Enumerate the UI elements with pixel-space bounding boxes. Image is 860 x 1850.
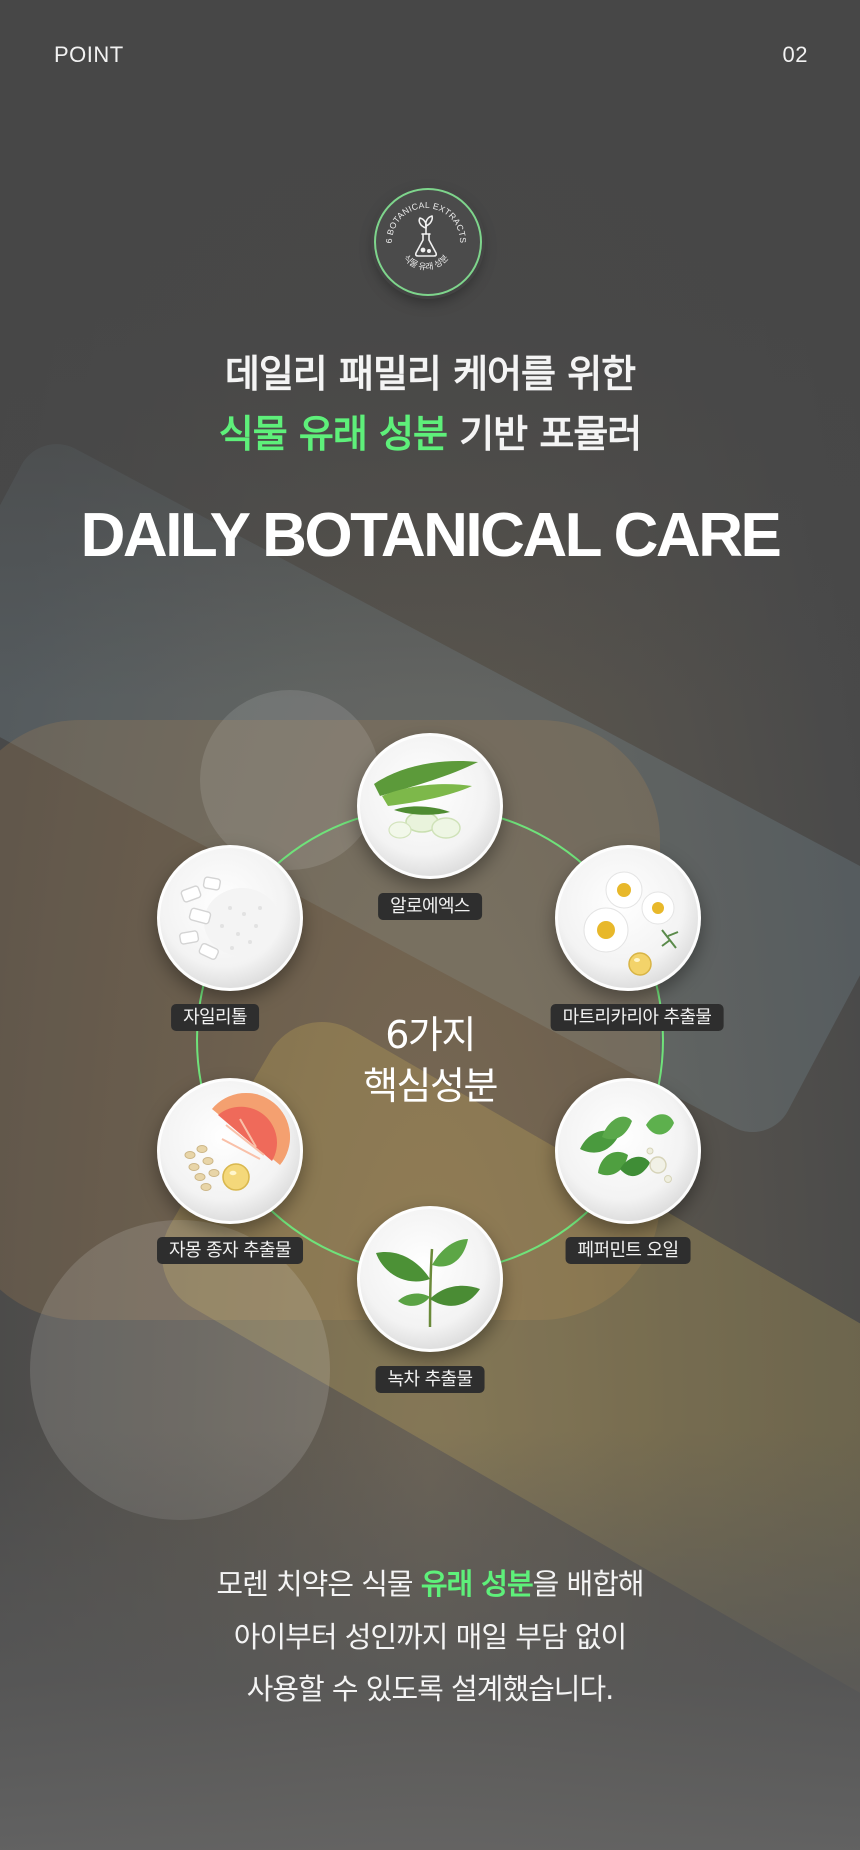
botanical-badge: 6 BOTANICAL EXTRACTS 식물 유래 성분 xyxy=(374,188,482,296)
ingredient-label-chamomile: 마트리카리아 추출물 xyxy=(550,1004,724,1031)
english-title: DAILY BOTANICAL CARE xyxy=(80,501,782,570)
headline-rest: 기반 포뮬러 xyxy=(446,412,642,456)
center-text-label: 핵심성분 xyxy=(363,1064,498,1108)
headline-line-1: 데일리 패밀리 케어를 위한 xyxy=(224,352,636,396)
green-tea-icon xyxy=(357,1206,503,1352)
center-text-count: 6가지 xyxy=(385,1013,476,1057)
peppermint-icon xyxy=(555,1078,701,1224)
headline-highlight: 식물 유래 성분 xyxy=(218,412,448,456)
body-line-3: 사용할 수 있도록 설계했습니다. xyxy=(246,1672,615,1706)
grapefruit-icon xyxy=(157,1078,303,1224)
body-highlight: 유래 성분 xyxy=(420,1567,534,1601)
body-line-2: 아이부터 성인까지 매일 부담 없이 xyxy=(233,1620,627,1654)
headline-line-2: 식물 유래 성분 기반 포뮬러 xyxy=(0,403,860,458)
page-number: 02 xyxy=(782,42,808,67)
ingredient-label-peppermint: 페퍼민트 오일 xyxy=(565,1237,691,1264)
chamomile-icon xyxy=(555,845,701,991)
section-label: POINT xyxy=(54,42,124,67)
body-line-1: 모렌 치약은 식물 유래 성분을 배합해 xyxy=(0,1561,860,1603)
body-line-1-after: 을 배합해 xyxy=(532,1567,645,1601)
page: POINT 02 6 BOTANICAL EXTRACTS 식물 유래 성분 데… xyxy=(0,0,860,1850)
sprout-flask-icon xyxy=(414,215,438,257)
ingredient-label-grapefruit-seed: 자몽 종자 추출물 xyxy=(157,1237,303,1264)
ingredient-label-xylitol: 자일리톨 xyxy=(171,1004,259,1031)
aloe-icon xyxy=(357,733,503,879)
ingredient-label-aloe: 알로에엑스 xyxy=(378,893,482,920)
ingredient-label-green-tea: 녹차 추출물 xyxy=(375,1366,485,1393)
body-line-1-before: 모렌 치약은 식물 xyxy=(216,1567,421,1601)
xylitol-icon xyxy=(157,845,303,991)
